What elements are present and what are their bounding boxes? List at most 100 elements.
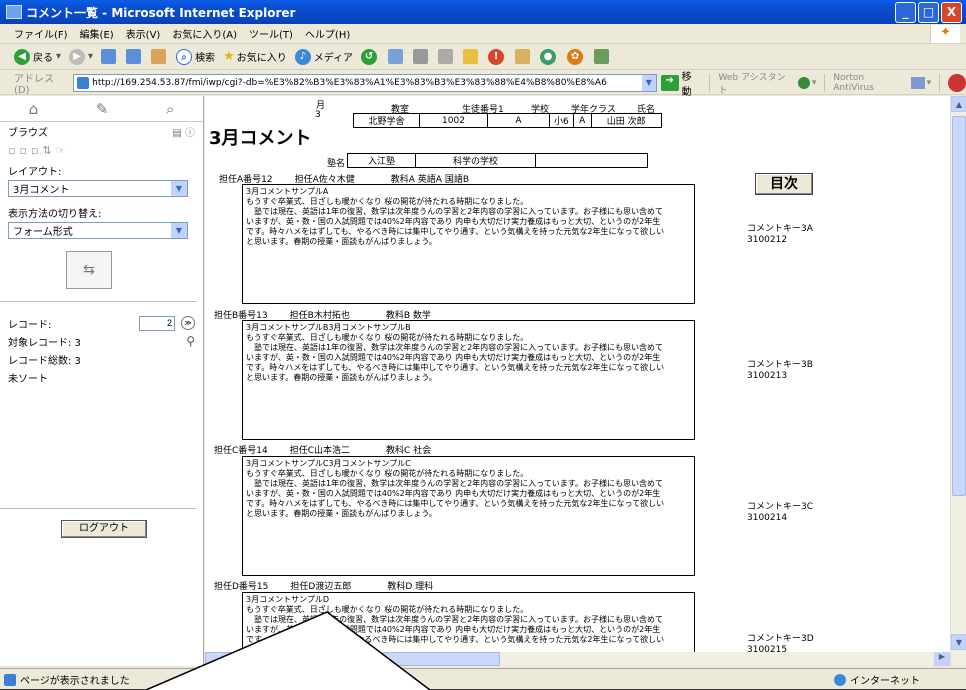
media-icon: ♪ xyxy=(294,48,311,65)
norton-button[interactable]: Norton AntiVirus ▾ xyxy=(833,73,931,93)
class-letter-field[interactable]: A xyxy=(572,113,592,128)
media-button[interactable]: ♪ メディア xyxy=(294,48,353,65)
comment-line: いますが、英・数・国の入試問題では40%2年内容であり 内申も大切だけ実力養成は… xyxy=(246,489,661,498)
scroll-right-icon[interactable]: ▶ xyxy=(934,652,950,666)
search-button[interactable]: ⌕ 検索 xyxy=(176,48,216,65)
book-navigator-icon[interactable]: ⇆ xyxy=(66,251,112,289)
page-status-icon xyxy=(4,673,16,686)
horizontal-scrollbar[interactable]: ▶ xyxy=(205,652,950,666)
messenger-button[interactable]: ● xyxy=(540,48,559,65)
browse-mode-icon[interactable]: ⌂ xyxy=(29,100,39,118)
edit-mode-icon[interactable]: ✎ xyxy=(96,100,109,118)
comment-line: 塾では現在、英語は1年の復習、数学は次年度うんの学習と2年内容の学習に入っていま… xyxy=(246,615,663,624)
menu-favorites[interactable]: お気に入り(A) xyxy=(172,26,237,41)
toolbar: ◀ 戻る ▾ ▶ ▾ ⌕ 検索 ★ お気に入り ♪ メディア ↺ ! ● ✿ xyxy=(0,44,966,70)
sort-icon[interactable]: ⇅ xyxy=(42,144,55,157)
comment-box-a[interactable]: 3月コメントサンプルA もうすぐ卒業式、日ざしも暖かくなり 桜の開花が待たれる時… xyxy=(242,184,695,304)
mode-tools-icon[interactable]: ▤ ⓘ xyxy=(172,124,195,139)
school-field[interactable]: A xyxy=(487,113,550,128)
horizontal-scroll-thumb[interactable] xyxy=(205,652,500,666)
refresh-button[interactable] xyxy=(126,49,143,64)
edit-button[interactable] xyxy=(438,49,455,64)
juku-table: 入江塾 科学の学校 xyxy=(347,153,648,168)
comment-line: もうすぐ卒業式、日ざしも暖かくなり 桜の開花が待たれる時期になりました。 xyxy=(246,469,529,478)
duplicate-record-icon[interactable]: ▫ xyxy=(19,144,30,157)
juku-field[interactable]: 入江塾 xyxy=(347,153,416,168)
print-button[interactable] xyxy=(413,49,430,64)
history-icon: ↺ xyxy=(361,48,378,65)
address-input[interactable]: http://169.254.53.87/fmi/iwp/cgi?-db=%E3… xyxy=(73,73,657,92)
mail-icon xyxy=(388,49,404,64)
new-record-icon[interactable]: ▫ xyxy=(8,144,19,157)
find-icon[interactable]: ⚲ xyxy=(186,334,195,348)
tools-button[interactable]: ✿ xyxy=(567,48,586,65)
history-button[interactable]: ↺ xyxy=(361,48,380,65)
vertical-scrollbar[interactable]: ▲ ▼ xyxy=(950,96,966,666)
forward-button[interactable]: ▶ ▾ xyxy=(69,48,93,65)
comment-line: 3月コメントサンプルD xyxy=(246,595,330,604)
folder-button[interactable] xyxy=(463,49,480,64)
scroll-thumb[interactable] xyxy=(952,116,966,496)
menu-tools[interactable]: ツール(T) xyxy=(249,26,293,41)
browse-mode-label: ブラウズ xyxy=(8,127,48,139)
research-button[interactable] xyxy=(515,49,532,64)
comment-key-label: コメントキー3A xyxy=(747,224,813,234)
back-button[interactable]: ◀ 戻る ▾ xyxy=(14,48,61,65)
comment-key-a: コメントキー3A 3100212 xyxy=(747,224,813,246)
comment-line: 3月コメントサンプルC3月コメントサンプルC xyxy=(246,459,411,468)
go-button[interactable]: ➔ 移動 xyxy=(660,68,702,98)
go-arrow-icon: ➔ xyxy=(660,74,679,91)
mail-button[interactable] xyxy=(388,49,405,64)
logout-button[interactable]: ログアウト xyxy=(61,520,147,538)
toc-button[interactable]: 目次 xyxy=(755,173,813,195)
scroll-down-icon[interactable]: ▼ xyxy=(951,634,966,650)
name-field[interactable]: 山田 次郎 xyxy=(590,113,662,128)
tools-icon: ✿ xyxy=(567,48,584,65)
minimize-button[interactable]: _ xyxy=(895,1,916,23)
search-label: 検索 xyxy=(195,53,216,64)
browser-window: コメント一覧 - Microsoft Internet Explorer _ □… xyxy=(0,0,966,690)
menu-help[interactable]: ヘルプ(H) xyxy=(305,26,350,41)
student-no-field[interactable]: 1002 xyxy=(419,113,488,128)
class-field[interactable]: 北野学舎 xyxy=(353,113,420,128)
maximize-button[interactable]: □ xyxy=(918,1,939,23)
close-button[interactable]: X xyxy=(941,1,962,23)
stop-red-button[interactable]: ! xyxy=(488,48,507,65)
refresh-icon xyxy=(126,49,142,64)
menu-file[interactable]: ファイル(F) xyxy=(14,26,68,41)
grade-field[interactable]: 小6 xyxy=(549,113,574,128)
comment-box-b[interactable]: 3月コメントサンプルB3月コメントサンプルB もうすぐ卒業式、日ざしも暖かくなり… xyxy=(242,320,695,440)
total-row: レコード総数: 3 xyxy=(0,350,203,368)
aim-field[interactable]: 科学の学校 xyxy=(415,153,536,168)
menu-view[interactable]: 表示(V) xyxy=(126,26,161,41)
messenger-icon: ● xyxy=(540,48,557,65)
web-assistant-button[interactable]: Web アシスタント ▾ xyxy=(718,70,816,96)
address-dropdown-icon[interactable]: ▼ xyxy=(641,74,656,91)
comment-key-label: コメントキー3C xyxy=(747,502,814,512)
record-number-input[interactable] xyxy=(139,315,175,331)
menu-edit[interactable]: 編集(E) xyxy=(80,26,114,41)
view-as-select[interactable]: フォーム形式 ▼ xyxy=(8,222,188,239)
norton-status-icon[interactable] xyxy=(948,73,966,92)
zone-label: インターネット xyxy=(850,676,920,687)
delete-record-icon[interactable]: ▫ xyxy=(31,144,42,157)
scroll-up-icon[interactable]: ▲ xyxy=(951,96,966,112)
aim-extra-field[interactable] xyxy=(535,153,648,168)
comment-line: 3月コメントサンプルA xyxy=(246,187,329,196)
layout-select[interactable]: 3月コメント ▼ xyxy=(8,180,188,197)
record-tools: ▫ ▫ ▫ ⇅ ☞ xyxy=(0,140,203,160)
favorites-button[interactable]: ★ お気に入り xyxy=(223,49,287,64)
windows-logo-icon: ✦ xyxy=(930,25,960,43)
chevron-down-icon: ▼ xyxy=(171,181,187,196)
page-icon xyxy=(77,76,90,89)
comment-box-c[interactable]: 3月コメントサンプルC3月コメントサンプルC もうすぐ卒業式、日ざしも暖かくなり… xyxy=(242,456,695,576)
home-button[interactable] xyxy=(151,49,168,64)
stop-button[interactable] xyxy=(101,49,118,64)
extension-button[interactable] xyxy=(594,49,611,64)
month-value: 3 xyxy=(315,110,321,120)
find-mode-icon[interactable]: ⌕ xyxy=(166,100,174,118)
go-to-record-icon[interactable]: ≫ xyxy=(181,316,195,330)
find-record-icon[interactable]: ☞ xyxy=(56,144,70,157)
student-header-table: 北野学舎 1002 A 小6 A 山田 次郎 xyxy=(353,113,662,128)
comment-key-b: コメントキー3B 3100213 xyxy=(747,360,813,382)
